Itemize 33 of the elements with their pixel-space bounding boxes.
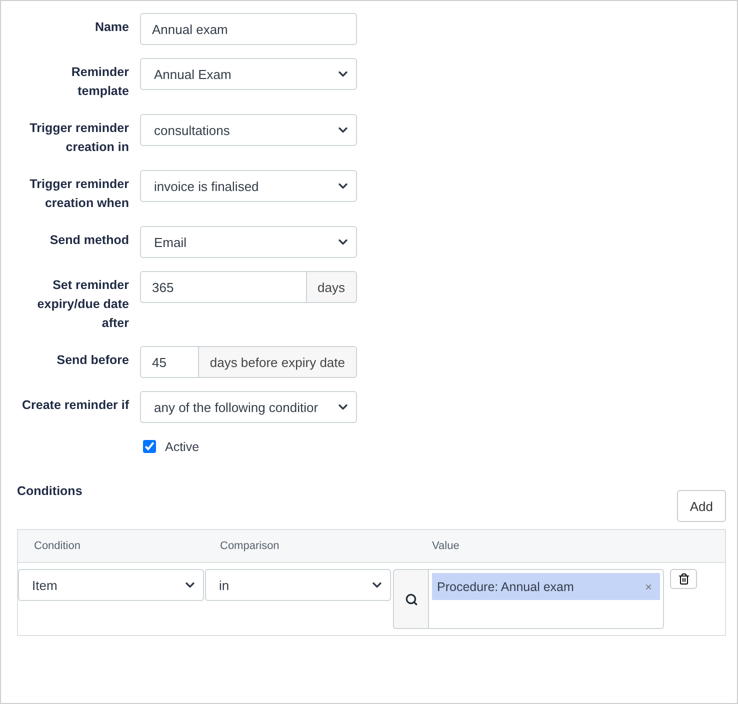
field-label: Send before	[56, 352, 129, 369]
add-button[interactable]: Add	[676, 490, 726, 522]
number-field[interactable]: 365	[140, 271, 307, 303]
field-label: Set reminder expiry/due date after	[36, 277, 129, 332]
checkbox-label: Active	[165, 440, 200, 454]
column-header: Comparison	[220, 540, 280, 552]
delete-button[interactable]	[670, 569, 697, 589]
search-icon	[404, 592, 418, 606]
select-field[interactable]: consultations	[140, 114, 357, 146]
search-button[interactable]	[393, 569, 429, 629]
trash-icon	[678, 573, 690, 585]
field-label: Send method	[48, 232, 129, 249]
field-label: Trigger reminder creation in	[28, 120, 129, 156]
field-label: Name	[94, 19, 129, 36]
field-label: Reminder template	[70, 64, 129, 100]
column-header: Condition	[34, 540, 82, 552]
select-field[interactable]: Email	[140, 226, 357, 258]
number-field[interactable]: 45	[140, 346, 199, 378]
active-checkbox[interactable]	[143, 440, 156, 453]
tag-text: Procedure: Annual exam	[437, 580, 574, 594]
select-field[interactable]: Annual Exam	[140, 58, 357, 90]
field-label: Create reminder if	[21, 397, 129, 414]
unit-addon: days before expiry date	[198, 346, 357, 378]
comparison-select[interactable]: in	[205, 569, 391, 601]
value-field[interactable]: Procedure: Annual exam ×	[429, 569, 664, 629]
field-label: Trigger reminder creation when	[28, 176, 129, 212]
text-field[interactable]: Annual exam	[140, 13, 357, 45]
unit-addon: days	[306, 271, 357, 303]
condition-select[interactable]: Item	[18, 569, 204, 601]
section-title: Conditions	[17, 484, 82, 500]
select-field[interactable]: any of the following conditior	[140, 391, 357, 423]
column-header: Value	[432, 540, 460, 552]
select-field[interactable]: invoice is finalised	[140, 170, 357, 202]
